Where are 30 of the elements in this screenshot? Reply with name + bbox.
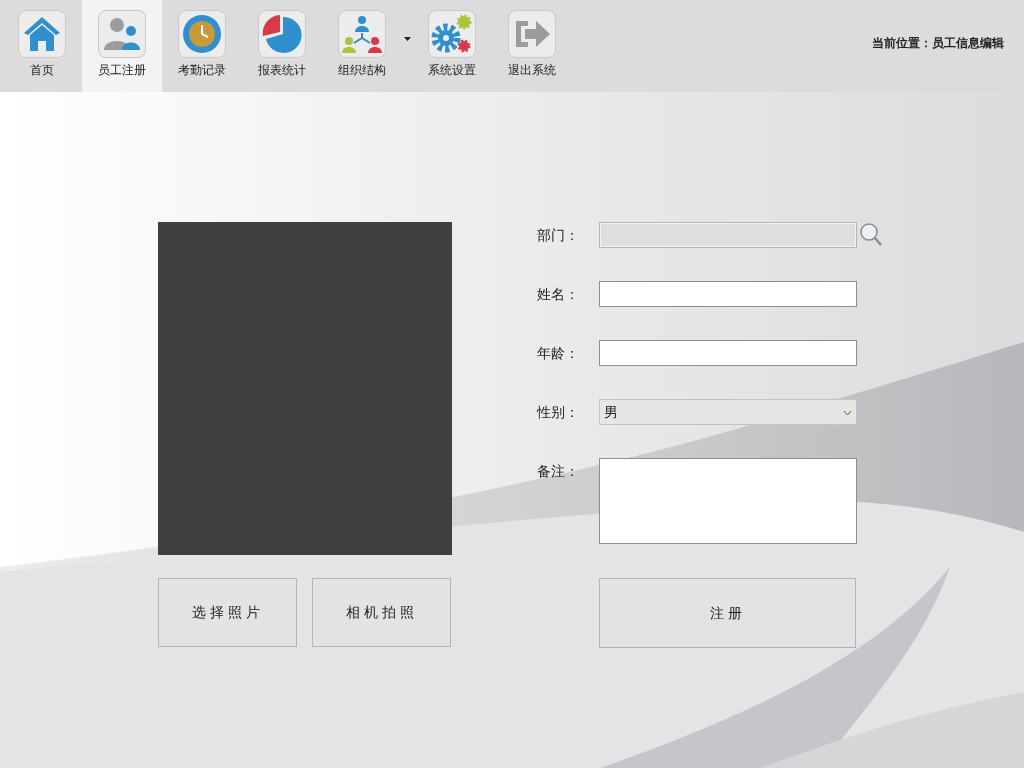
field-label: 部门： (537, 226, 580, 245)
exit-arrow-icon (516, 21, 550, 47)
field-label: 姓名： (537, 285, 580, 304)
current-location-text: 当前位置：员工信息编辑 (872, 35, 1004, 52)
field-label: 备注： (537, 462, 580, 481)
photo-button[interactable]: 选择照片 (158, 578, 297, 647)
toolbar-button[interactable]: 首页 (2, 0, 82, 92)
organization-icon (342, 16, 382, 53)
input-field[interactable] (599, 281, 857, 307)
dropdown-field[interactable]: 男 (599, 399, 857, 425)
toolbar-button[interactable]: 员工注册 (82, 0, 162, 92)
input-field[interactable] (599, 340, 857, 366)
clock-icon (183, 15, 221, 53)
caret-icon[interactable] (403, 37, 411, 41)
text-area[interactable] (599, 458, 857, 544)
people-icon (104, 18, 140, 50)
toolbar-button[interactable]: 组织结构 (322, 0, 402, 92)
toolbar-button[interactable]: 退出系统 (492, 0, 572, 92)
pie-chart-icon (262, 15, 302, 53)
toolbar-button[interactable]: 考勤记录 (162, 0, 242, 92)
toolbar-button[interactable]: 系统设置 (412, 0, 492, 92)
field-label: 年龄： (537, 344, 580, 363)
field-label: 性别： (537, 403, 580, 422)
toolbar-button[interactable]: 报表统计 (242, 0, 322, 92)
chevron-icon (843, 409, 852, 416)
search-icon[interactable] (859, 222, 883, 248)
register-button[interactable]: 注册 (599, 578, 856, 648)
gears-icon (431, 14, 472, 53)
house-icon (24, 17, 60, 51)
photo-button[interactable]: 相机拍照 (312, 578, 451, 647)
